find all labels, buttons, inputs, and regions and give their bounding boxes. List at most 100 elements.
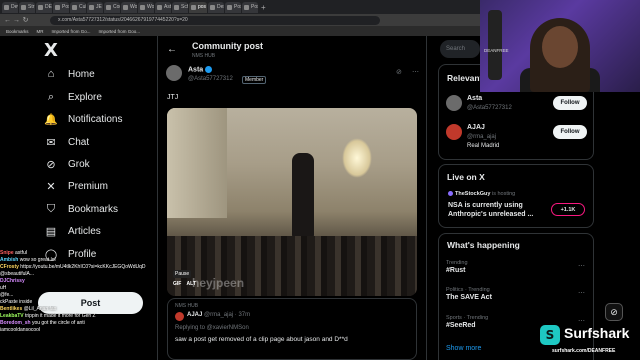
tab-label: Pos bbox=[251, 4, 258, 10]
chat-username: Ambish bbox=[0, 257, 19, 263]
chat-username: DJChrissy bbox=[0, 278, 25, 284]
follow-button[interactable]: Follow bbox=[553, 125, 587, 139]
page-title: Community post bbox=[192, 41, 263, 51]
browser-tab[interactable]: pos bbox=[189, 1, 207, 13]
browser-tab[interactable]: Pos bbox=[242, 1, 258, 13]
host-avatar bbox=[448, 191, 453, 197]
quote-author: AJAJ @rma_ajaj · 37m bbox=[187, 312, 251, 318]
search-input[interactable]: Search bbox=[440, 40, 480, 58]
chat-message: iamcooldansocool bbox=[0, 327, 150, 334]
nav-item-articles[interactable]: ▤ Articles bbox=[44, 224, 101, 238]
listener-count[interactable]: +1.1K bbox=[551, 203, 585, 216]
browser-tab[interactable]: Str bbox=[19, 1, 35, 13]
browser-tab[interactable]: Dev bbox=[2, 1, 18, 13]
gif-alt-badges[interactable]: GIF ALT bbox=[173, 281, 196, 287]
grok-icon: ⊘ bbox=[46, 158, 56, 171]
quote-avatar bbox=[175, 312, 184, 321]
follow-button[interactable]: Follow bbox=[553, 96, 587, 110]
new-tab-icon[interactable]: + bbox=[261, 3, 266, 12]
grok-icon[interactable]: ⊘ bbox=[396, 68, 402, 76]
live-space-title[interactable]: NSA is currently using Anthropic's unrel… bbox=[448, 201, 558, 219]
person-name[interactable]: AJAJ bbox=[467, 124, 485, 131]
notifications-icon: 🔔 bbox=[44, 113, 58, 126]
post-video[interactable]: heyjpeen Pause GIF ALT bbox=[167, 108, 417, 296]
avatar[interactable] bbox=[166, 65, 182, 81]
tab-favicon-icon bbox=[140, 4, 145, 10]
back-arrow-icon[interactable]: ← bbox=[167, 44, 177, 55]
back-icon[interactable]: ← bbox=[3, 17, 12, 24]
trend-item[interactable]: Sports · Trending #SeeRed bbox=[446, 315, 488, 329]
more-icon[interactable]: ⋯ bbox=[578, 289, 585, 297]
forward-icon[interactable]: → bbox=[12, 17, 21, 24]
nav-item-explore[interactable]: ⌕ Explore bbox=[44, 90, 102, 104]
browser-tab[interactable]: Wo bbox=[121, 1, 137, 13]
show-more-link[interactable]: Show more bbox=[446, 345, 481, 352]
chat-message: CFrosty https://youtu.be/mU4tlk2KhIC0?si… bbox=[0, 264, 150, 271]
avatar[interactable] bbox=[446, 95, 462, 111]
nav-item-bookmarks[interactable]: ⛉ Bookmarks bbox=[44, 202, 118, 216]
articles-icon: ▤ bbox=[45, 225, 57, 238]
chat-username: LeakbaTV bbox=[0, 313, 24, 319]
tab-favicon-icon bbox=[123, 4, 128, 10]
more-icon[interactable]: ⋯ bbox=[578, 317, 585, 325]
browser-tab[interactable]: DE bbox=[36, 1, 52, 13]
trend-name[interactable]: #Rust bbox=[446, 267, 468, 274]
chat-text: uH bbox=[0, 285, 7, 291]
more-icon[interactable]: ⋯ bbox=[412, 68, 419, 76]
main-column: ← Community post NMS HUB Asta @Asta57727… bbox=[157, 36, 427, 360]
nav-item-premium[interactable]: ✕ Premium bbox=[44, 179, 108, 193]
browser-tab[interactable]: JE bbox=[87, 1, 103, 13]
nav-item-label: Articles bbox=[68, 225, 101, 237]
chat-text: you got the circle of anti bbox=[31, 320, 85, 326]
pause-button[interactable]: Pause bbox=[173, 270, 192, 278]
nav-item-chat[interactable]: ✉ Chat bbox=[44, 135, 89, 149]
browser-tab[interactable]: Des bbox=[208, 1, 224, 13]
tab-label: Cull bbox=[79, 4, 86, 10]
browser-tab[interactable]: Asti bbox=[155, 1, 171, 13]
address-bar-row: ← → ↻ x.com/Asta57727312/status/20466267… bbox=[0, 14, 480, 26]
avatar[interactable] bbox=[446, 124, 462, 140]
chat-message: Ambish wow so great lol bbox=[0, 257, 150, 264]
bookmark-item[interactable]: MR bbox=[37, 29, 44, 34]
chat-message: Bentlikes @Lil_Arjan fax bbox=[0, 306, 150, 313]
chat-icon: ✉ bbox=[46, 136, 56, 149]
more-icon[interactable]: ⋯ bbox=[578, 262, 585, 270]
tab-favicon-icon bbox=[157, 4, 162, 10]
bookmark-item[interactable]: Imported from Goo... bbox=[99, 29, 141, 34]
sponsor-url: surfshark.com/DEANFREE bbox=[552, 348, 616, 354]
url-field[interactable]: x.com/Asta57727312/status/20466267919774… bbox=[50, 15, 380, 25]
trend-name[interactable]: #SeeRed bbox=[446, 322, 488, 329]
nav-item-grok[interactable]: ⊘ Grok bbox=[44, 157, 90, 171]
trend-name[interactable]: The SAVE Act bbox=[446, 294, 492, 301]
tab-favicon-icon bbox=[72, 4, 77, 10]
nav-item-notifications[interactable]: 🔔 Notifications bbox=[44, 112, 122, 126]
browser-tab[interactable]: Sch bbox=[172, 1, 188, 13]
browser-tab[interactable]: Cor bbox=[104, 1, 120, 13]
trend-item[interactable]: Trending #Rust bbox=[446, 260, 468, 274]
quoted-post[interactable]: NMS HUB AJAJ @rma_ajaj · 37m Replying to… bbox=[167, 298, 417, 360]
live-title: Live on X bbox=[447, 172, 485, 182]
tab-favicon-icon bbox=[227, 4, 232, 10]
browser-tab[interactable]: Wo bbox=[138, 1, 154, 13]
author-name[interactable]: Asta bbox=[188, 66, 213, 73]
nav-item-home[interactable]: ⌂ Home bbox=[44, 67, 95, 81]
grok-float-icon[interactable]: ⊘ bbox=[605, 303, 623, 321]
tab-favicon-icon bbox=[4, 4, 9, 10]
chat-message: Snipe astful bbox=[0, 250, 150, 257]
person-name[interactable]: Asta bbox=[467, 95, 482, 102]
bookmark-item[interactable]: Imported from Go... bbox=[52, 29, 91, 34]
trend-item[interactable]: Politics · Trending The SAVE Act bbox=[446, 287, 492, 301]
browser-tab[interactable]: Pos bbox=[225, 1, 241, 13]
nav-item-label: Grok bbox=[68, 158, 90, 170]
browser-tab[interactable]: Pos bbox=[53, 1, 69, 13]
author-handle[interactable]: @Asta57727312 bbox=[188, 76, 233, 82]
chat-text: astful bbox=[15, 250, 27, 256]
chat-message: LeakbaTV trippin it made it more for Gen… bbox=[0, 313, 150, 320]
x-logo[interactable]: X bbox=[44, 40, 58, 61]
browser-tab[interactable]: Cull bbox=[70, 1, 86, 13]
reload-icon[interactable]: ↻ bbox=[21, 16, 30, 24]
community-name[interactable]: NMS HUB bbox=[192, 53, 215, 59]
stream-chat: Snipe astful Ambish wow so great lol CFros… bbox=[0, 250, 150, 334]
bookmark-item[interactable]: Bookmarks bbox=[6, 29, 29, 34]
live-host[interactable]: TheStockGuy is hosting bbox=[448, 191, 515, 197]
